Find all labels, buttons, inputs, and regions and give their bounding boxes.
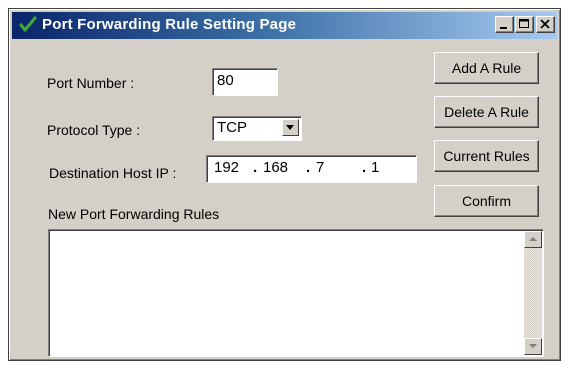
ip-separator: . — [253, 159, 258, 176]
ip-octet-2[interactable]: 168 — [263, 159, 288, 176]
destination-ip-label: Destination Host IP : — [49, 165, 177, 181]
port-number-input[interactable]: 80 — [212, 68, 278, 96]
arrow-down-icon — [529, 344, 537, 348]
ip-octet-1[interactable]: 192 — [214, 159, 239, 176]
scroll-down-button[interactable] — [524, 338, 542, 355]
new-rules-label: New Port Forwarding Rules — [48, 206, 220, 222]
port-forwarding-window: Port Forwarding Rule Setting Page Port N… — [8, 8, 561, 361]
check-icon — [19, 16, 37, 34]
confirm-button[interactable]: Confirm — [434, 185, 539, 217]
port-number-value: 80 — [217, 72, 234, 89]
vertical-scrollbar[interactable] — [524, 231, 542, 355]
ip-separator: . — [362, 159, 367, 176]
ip-separator: . — [306, 159, 311, 176]
ip-octet-3[interactable]: 7 — [316, 159, 324, 176]
maximize-icon — [519, 19, 529, 28]
current-rules-button[interactable]: Current Rules — [434, 140, 539, 172]
add-rule-button[interactable]: Add A Rule — [434, 52, 539, 84]
protocol-type-select[interactable]: TCP — [212, 116, 302, 141]
close-button[interactable] — [536, 16, 555, 33]
dropdown-button[interactable] — [282, 119, 299, 136]
protocol-type-value: TCP — [217, 119, 247, 136]
arrow-up-icon — [529, 237, 537, 241]
ip-octet-4[interactable]: 1 — [371, 159, 379, 176]
title-bar[interactable]: Port Forwarding Rule Setting Page — [12, 12, 557, 39]
maximize-button[interactable] — [515, 16, 534, 33]
window-title: Port Forwarding Rule Setting Page — [42, 16, 297, 33]
rules-textarea[interactable] — [48, 229, 544, 357]
destination-ip-input[interactable]: 192 . 168 . 7 . 1 — [206, 155, 417, 183]
minimize-icon — [500, 27, 507, 29]
minimize-button[interactable] — [495, 16, 514, 33]
port-number-label: Port Number : — [47, 75, 135, 91]
protocol-type-label: Protocol Type : — [47, 122, 141, 138]
delete-rule-button[interactable]: Delete A Rule — [434, 96, 539, 128]
scroll-up-button[interactable] — [524, 231, 542, 248]
chevron-down-icon — [286, 125, 294, 130]
close-icon — [540, 19, 550, 29]
